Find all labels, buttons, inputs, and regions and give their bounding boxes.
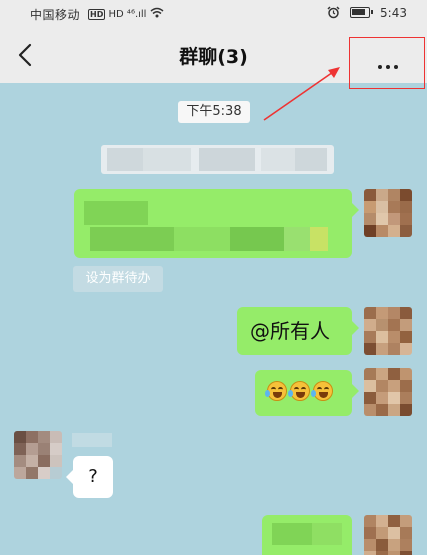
sent-message-emoji[interactable]	[255, 370, 359, 416]
message-timestamp: 下午5:38	[178, 101, 250, 123]
emoji-laugh-cry-icon	[311, 381, 333, 401]
sent-message-blurred[interactable]	[74, 189, 359, 258]
emoji-laugh-cry-icon	[288, 381, 310, 401]
avatar[interactable]	[364, 368, 412, 416]
network-label: HD ⁴⁶.ıll	[108, 9, 147, 20]
avatar[interactable]	[364, 515, 412, 555]
wifi-icon	[150, 7, 164, 18]
status-right: 5:43	[327, 6, 407, 20]
sent-message-blurred[interactable]	[262, 515, 352, 555]
highlight-box	[349, 37, 425, 89]
status-bar: 中国移动 HD HD ⁴⁶.ıll 5:43	[0, 0, 427, 28]
clock-label: 5:43	[380, 6, 407, 20]
signal-icon: HD HD ⁴⁶.ıll	[88, 7, 164, 20]
emoji-laugh-cry-icon	[265, 381, 287, 401]
set-group-todo-button[interactable]: 设为群待办	[73, 266, 163, 292]
avatar[interactable]	[364, 189, 412, 237]
system-notice-blurred	[101, 145, 334, 174]
alarm-icon	[327, 6, 340, 19]
sent-message-mention[interactable]: @所有人	[237, 307, 359, 355]
annotation-arrow	[263, 67, 340, 121]
avatar[interactable]	[364, 307, 412, 355]
carrier-label: 中国移动	[30, 8, 81, 22]
sender-name-blurred	[72, 433, 112, 447]
received-message[interactable]: ?	[66, 456, 113, 498]
battery-icon	[350, 7, 374, 18]
avatar[interactable]	[14, 431, 62, 479]
